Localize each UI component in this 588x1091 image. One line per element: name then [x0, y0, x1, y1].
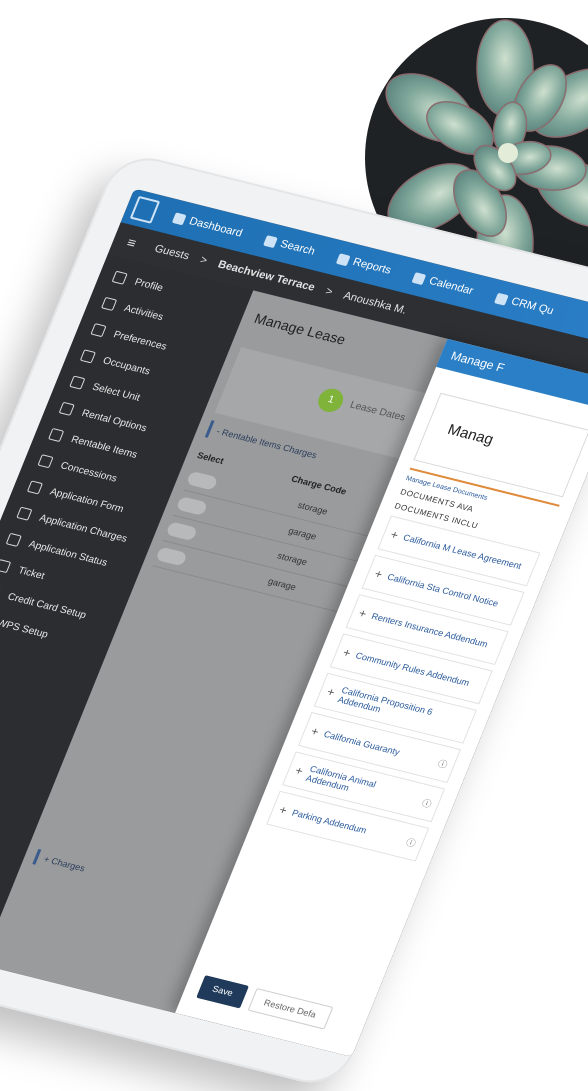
ticket-icon [0, 559, 12, 574]
app-screen: Dashboard Search Reports Calendar CRM Qu… [0, 188, 588, 1057]
select-toggle[interactable] [155, 546, 188, 567]
nav-reports-label: Reports [351, 256, 393, 277]
nav-crm-label: CRM Qu [509, 295, 556, 318]
plus-icon: + [308, 724, 322, 739]
nav-search[interactable]: Search [251, 231, 328, 260]
crm-icon [493, 292, 509, 306]
search-icon [263, 234, 278, 248]
application-form-icon [26, 480, 44, 495]
info-icon[interactable]: ⓘ [420, 796, 434, 810]
plus-icon: + [340, 645, 353, 661]
restore-defaults-button[interactable]: Restore Defa [247, 987, 333, 1030]
calendar-icon [411, 271, 427, 285]
nav-calendar-label: Calendar [427, 275, 476, 298]
select-toggle[interactable] [165, 521, 198, 542]
plus-icon: + [356, 606, 369, 621]
step-number-badge[interactable]: 1 [314, 386, 347, 415]
reports-icon [335, 252, 351, 266]
nav-search-label: Search [278, 238, 317, 258]
rental-options-icon [58, 401, 75, 416]
sidebar-item-label: Profile [133, 276, 165, 294]
preferences-icon [90, 323, 107, 338]
document-label: Community Rules Addendum [354, 650, 471, 688]
profile-icon [111, 270, 128, 285]
document-label: Parking Addendum [290, 807, 369, 836]
plus-icon: + [388, 527, 401, 543]
concessions-icon [37, 454, 54, 469]
sidebar-item-label: Ticket [16, 564, 47, 582]
select-toggle[interactable] [175, 496, 209, 516]
plus-icon: + [372, 566, 385, 582]
plus-icon: + [277, 802, 290, 818]
tablet-device: Dashboard Search Reports Calendar CRM Qu… [0, 150, 588, 1091]
document-label: California Guaranty [322, 729, 402, 758]
nav-dashboard-label: Dashboard [187, 215, 245, 240]
step-label: Lease Dates [348, 399, 407, 424]
save-button[interactable]: Save [196, 975, 249, 1009]
application-status-icon [5, 532, 22, 547]
plus-icon: + [324, 684, 337, 700]
charges-section-toggle[interactable]: + Charges [32, 849, 94, 878]
select-toggle[interactable] [185, 470, 219, 491]
credit-card-icon [0, 585, 1, 600]
document-label: California Sta Control Notice [385, 571, 500, 609]
sidebar-item-label: Select Unit [90, 381, 142, 404]
select-unit-icon [69, 375, 86, 390]
application-charges-icon [16, 506, 33, 521]
dashboard-icon [171, 211, 187, 225]
info-icon[interactable]: ⓘ [404, 835, 418, 849]
hamburger-menu-icon[interactable]: ≡ [111, 231, 152, 255]
activities-icon [100, 296, 118, 311]
info-icon[interactable]: ⓘ [436, 756, 450, 770]
breadcrumb-guests[interactable]: Guests [147, 241, 197, 264]
occupants-icon [79, 349, 96, 364]
sidebar-item-label: Preferences [111, 328, 169, 353]
sidebar-item-label: Activities [122, 302, 165, 323]
modal-footer: Save Restore Defa [196, 975, 333, 1030]
sidebar-item-label: WPS Setup [0, 617, 50, 641]
plus-icon: + [293, 763, 306, 779]
rentable-items-icon [48, 427, 65, 443]
sidebar-item-label: Occupants [101, 355, 152, 377]
modal-card: Manag [413, 392, 588, 498]
